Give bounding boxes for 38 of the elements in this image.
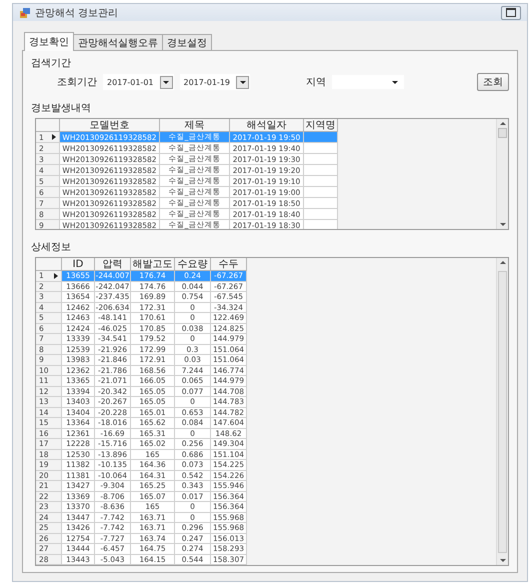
table-cell — [304, 187, 338, 198]
scroll-bar[interactable] — [496, 258, 508, 565]
caret-icon — [392, 80, 398, 84]
caret-icon — [240, 80, 246, 84]
column-header: 수요량 — [175, 258, 211, 271]
caret-icon — [163, 80, 169, 84]
date-picker[interactable]: 2017-01-01 — [103, 74, 174, 90]
field-label: 지역 — [306, 76, 326, 89]
section-title: 경보발생내역 — [31, 102, 92, 115]
search-button[interactable]: 조회 — [477, 73, 509, 91]
column-header: 지역명 — [304, 119, 338, 132]
table-cell — [304, 154, 338, 165]
column-header: 모델번호 — [60, 119, 160, 132]
column-header: 해석일자 — [230, 119, 304, 132]
table-cell — [304, 176, 338, 187]
column-header: 수두 — [211, 258, 247, 271]
column-header: 제목 — [160, 119, 230, 132]
section-title: 상세정보 — [31, 241, 72, 254]
tab[interactable]: 관망해석실행오류 — [73, 34, 163, 50]
window-title: 관망해석 경보관리 — [35, 6, 118, 20]
table-cell — [304, 198, 338, 209]
table-cell — [304, 165, 338, 176]
dropdown-button[interactable] — [160, 76, 172, 88]
table-cell — [304, 132, 338, 143]
table-cell — [304, 143, 338, 154]
column-header: ID — [62, 258, 95, 271]
column-header: 압력 — [95, 258, 131, 271]
table-cell — [304, 209, 338, 220]
tab[interactable]: 경보설정 — [162, 34, 212, 50]
dropdown-button[interactable] — [236, 76, 249, 88]
tab[interactable]: 경보확인 — [24, 32, 74, 51]
group-title: 검색기간 — [31, 57, 72, 70]
column-header: 해발고도 — [131, 258, 175, 271]
field-label: 조회기간 — [57, 76, 97, 89]
scroll-bar[interactable] — [496, 119, 508, 229]
maximize-button[interactable] — [501, 6, 521, 20]
app-icon — [19, 6, 31, 18]
date-picker[interactable]: 2017-01-19 — [180, 74, 250, 90]
